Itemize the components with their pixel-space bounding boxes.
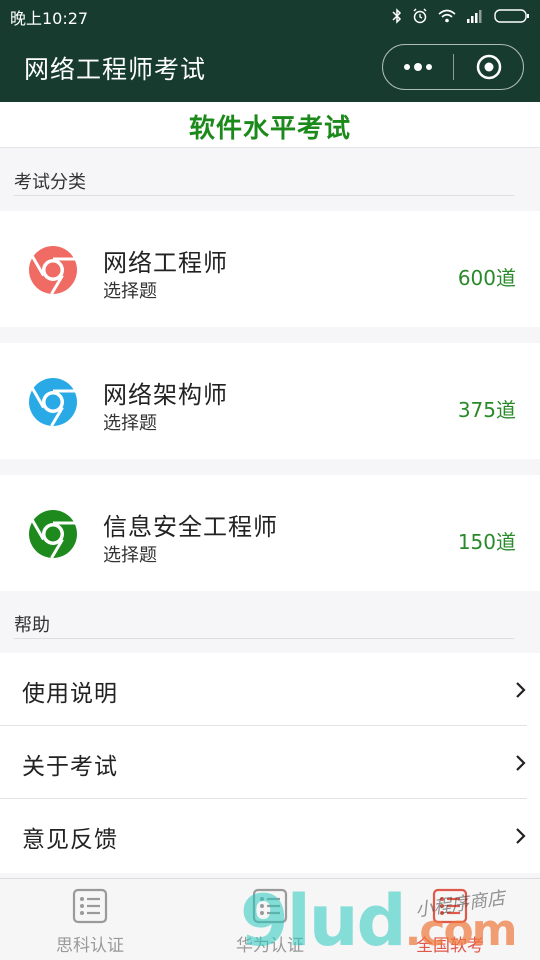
more-button[interactable] (383, 45, 453, 89)
help-item-usage[interactable]: 使用说明 (0, 653, 527, 726)
page-title: 网络工程师考试 (24, 55, 207, 84)
tab-label: 思科认证 (56, 936, 124, 956)
chevron-right-icon (516, 755, 526, 771)
help-item-label: 意见反馈 (22, 827, 118, 853)
status-bar: 晚上10:27 (0, 0, 540, 32)
top-bar: 晚上10:27 网络工程师考试 (0, 0, 540, 102)
categories-header: 考试分类 (14, 156, 514, 196)
list-icon (252, 888, 288, 924)
status-time: 晚上10:27 (10, 9, 89, 28)
category-title: 网络架构师 (103, 381, 228, 409)
category-card-network-engineer[interactable]: 网络工程师 选择题 600道 (0, 211, 540, 327)
banner-title: 软件水平考试 (188, 114, 351, 144)
nav-bar: 网络工程师考试 (0, 32, 540, 102)
target-icon (476, 54, 501, 80)
chevron-right-icon (516, 682, 526, 698)
question-count: 375道 (457, 398, 516, 422)
more-dot-icon (426, 64, 432, 70)
list-icon (432, 888, 468, 924)
chevron-right-icon (516, 828, 526, 844)
category-subtitle: 选择题 (103, 413, 157, 434)
question-count: 600道 (457, 266, 516, 290)
close-button[interactable] (454, 53, 523, 81)
category-title: 网络工程师 (103, 249, 228, 277)
status-icons (392, 6, 530, 26)
help-header: 帮助 (14, 599, 514, 639)
chrome-icon (29, 510, 77, 559)
bluetooth-icon (392, 8, 402, 24)
category-card-security-engineer[interactable]: 信息安全工程师 选择题 150道 (0, 475, 540, 591)
chrome-icon (29, 246, 77, 295)
help-item-label: 使用说明 (22, 681, 118, 707)
category-subtitle: 选择题 (103, 281, 157, 302)
tab-bar: 思科认证 华为认证 全国软考 (0, 878, 540, 960)
tab-huawei[interactable]: 华为认证 (180, 879, 360, 960)
help-item-about[interactable]: 关于考试 (0, 726, 527, 799)
signal-icon (467, 10, 482, 23)
chrome-icon (29, 378, 77, 427)
question-count: 150道 (457, 530, 516, 554)
tab-national-exam[interactable]: 全国软考 (360, 879, 540, 960)
more-dot-icon (404, 64, 410, 70)
help-item-feedback[interactable]: 意见反馈 (0, 799, 527, 872)
help-list: 使用说明 关于考试 意见反馈 (0, 653, 540, 873)
help-item-label: 关于考试 (22, 754, 118, 780)
wifi-icon (438, 9, 456, 23)
category-subtitle: 选择题 (103, 545, 157, 566)
category-card-network-architect[interactable]: 网络架构师 选择题 375道 (0, 343, 540, 459)
tab-label: 全国软考 (416, 936, 484, 956)
battery-icon (494, 9, 529, 23)
tab-label: 华为认证 (236, 936, 304, 956)
banner: 软件水平考试 (0, 102, 540, 148)
list-icon (72, 888, 108, 924)
more-dot-icon (414, 63, 422, 71)
mini-program-capsule (382, 44, 524, 90)
category-title: 信息安全工程师 (103, 513, 278, 541)
tab-cisco[interactable]: 思科认证 (0, 879, 180, 960)
alarm-icon (413, 8, 427, 24)
